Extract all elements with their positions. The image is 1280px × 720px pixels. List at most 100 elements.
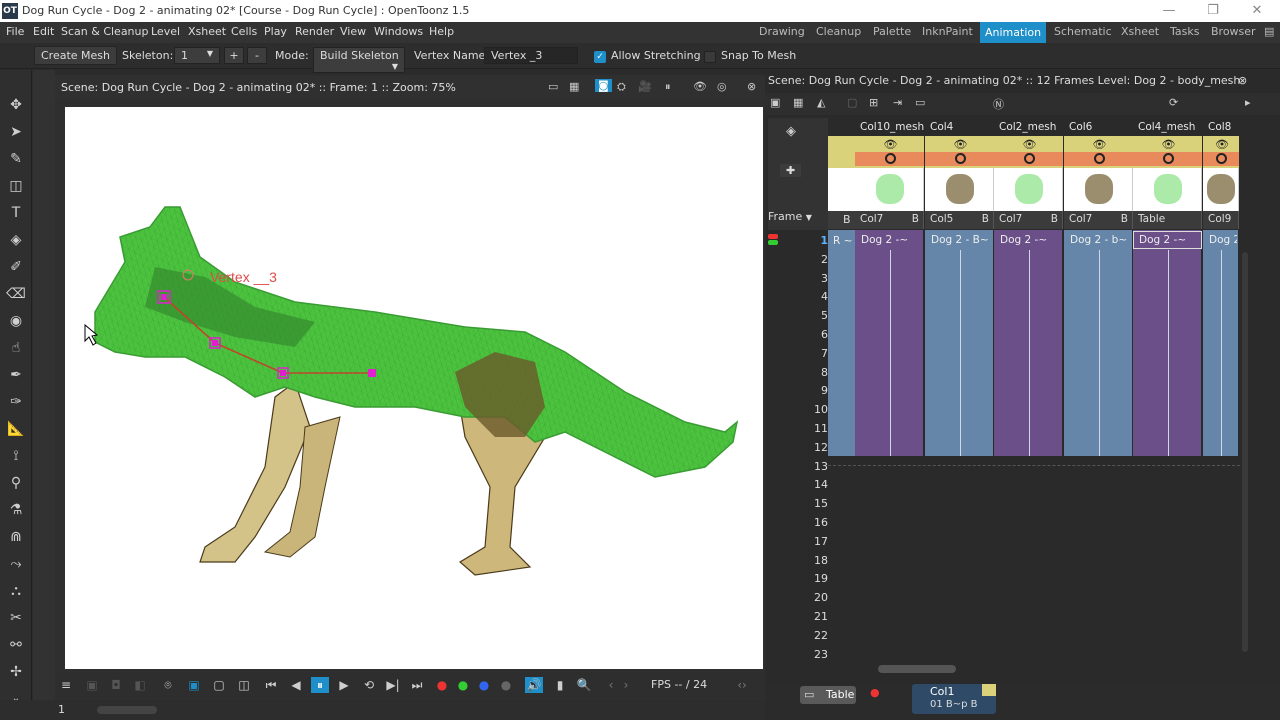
vertex-name-input[interactable]: Vertex _3 bbox=[484, 47, 578, 64]
add-skeleton-button[interactable]: + bbox=[224, 47, 244, 64]
menu-edit[interactable]: Edit bbox=[33, 25, 54, 38]
blue-channel-icon[interactable]: ● bbox=[475, 677, 493, 693]
lock-icon[interactable] bbox=[1093, 153, 1105, 164]
frame-number[interactable]: 7 bbox=[792, 347, 828, 360]
room-animation[interactable]: Animation bbox=[980, 22, 1047, 43]
add-column-icon[interactable]: ✚ bbox=[780, 164, 802, 177]
onion-skin-marker[interactable] bbox=[768, 234, 780, 248]
3d-view-icon[interactable]: ⛭ bbox=[617, 80, 626, 94]
alpha-channel-icon[interactable]: ● bbox=[497, 677, 515, 693]
last-frame-icon[interactable]: ⏭ bbox=[408, 677, 426, 693]
preview-visible-icon[interactable]: 👁 bbox=[884, 138, 898, 151]
lock-icon[interactable] bbox=[884, 153, 896, 164]
frame-number[interactable]: 22 bbox=[792, 629, 828, 642]
remove-skeleton-button[interactable]: - bbox=[247, 47, 267, 64]
room-inknpaint[interactable]: InknPaint bbox=[922, 25, 973, 38]
frame-number[interactable]: 19 bbox=[792, 572, 828, 585]
room-schematic[interactable]: Schematic bbox=[1054, 25, 1112, 38]
column-header[interactable]: 👁 bbox=[925, 136, 994, 168]
frame-number[interactable]: 18 bbox=[792, 554, 828, 567]
new-vector-icon[interactable]: ◭ bbox=[817, 96, 825, 109]
zoom-icon[interactable]: 🔍 bbox=[575, 677, 593, 693]
eraser-tool-icon[interactable]: ⌫ bbox=[6, 284, 26, 304]
column-name[interactable]: Col8 bbox=[1208, 121, 1244, 135]
frame-number[interactable]: 3 bbox=[792, 272, 828, 285]
frame-number[interactable]: 14 bbox=[792, 478, 828, 491]
selection-tool-icon[interactable]: ➤ bbox=[6, 122, 26, 142]
compare-icon[interactable]: ◧ bbox=[131, 677, 149, 693]
column-header[interactable]: 👁 bbox=[855, 136, 924, 168]
preview-visible-icon[interactable]: 👁 bbox=[954, 138, 968, 151]
column-name[interactable]: Col10_mesh bbox=[860, 121, 929, 135]
close-xsheet-icon[interactable]: ⊗ bbox=[1238, 74, 1247, 87]
sound-icon[interactable]: 🔊 bbox=[525, 677, 543, 693]
create-mesh-button[interactable]: Create Mesh bbox=[34, 46, 118, 65]
lock-icon[interactable] bbox=[1162, 153, 1174, 164]
room-tasks[interactable]: Tasks bbox=[1170, 25, 1199, 38]
frame-number[interactable]: 13 bbox=[792, 460, 828, 473]
column-header[interactable]: 👁 bbox=[994, 136, 1063, 168]
freeze-icon[interactable]: ⏸ bbox=[665, 80, 671, 94]
maximize-button[interactable]: ❐ bbox=[1198, 2, 1228, 20]
magnet-tool-icon[interactable]: ⋒ bbox=[6, 527, 26, 547]
red-channel-icon[interactable]: ● bbox=[433, 677, 451, 693]
frame-number[interactable]: 21 bbox=[792, 610, 828, 623]
close-window-button[interactable]: ✕ bbox=[1242, 2, 1272, 20]
menu-render[interactable]: Render bbox=[295, 25, 334, 38]
preview-visible-icon[interactable]: 👁 bbox=[1023, 138, 1037, 151]
column-pegbar[interactable]: Col7 B bbox=[855, 211, 924, 229]
iron-tool-icon[interactable]: ⛬ bbox=[6, 581, 26, 601]
preview-icon[interactable]: 👁 bbox=[693, 80, 707, 93]
preview-toggle-icon[interactable]: ⌾ bbox=[159, 677, 177, 693]
column-name[interactable]: Col4 bbox=[930, 121, 999, 135]
frame-number[interactable]: 11 bbox=[792, 422, 828, 435]
new-raster-icon[interactable]: ▦ bbox=[793, 96, 803, 109]
export-icon[interactable]: ⇥ bbox=[893, 96, 902, 109]
allow-stretching-checkbox[interactable]: ✓ bbox=[594, 51, 606, 63]
geometric-tool-icon[interactable]: ◫ bbox=[6, 176, 26, 196]
preview-visible-icon[interactable]: 👁 bbox=[1215, 138, 1229, 151]
paint-brush-tool-icon[interactable]: ✐ bbox=[6, 257, 26, 277]
menu-scan-cleanup[interactable]: Scan & Cleanup bbox=[61, 25, 148, 38]
frame-number[interactable]: 6 bbox=[792, 328, 828, 341]
bender-tool-icon[interactable]: ⤳ bbox=[6, 554, 26, 574]
white-bg-icon[interactable]: ▢ bbox=[210, 677, 228, 693]
histogram-icon[interactable]: ▮ bbox=[551, 677, 569, 693]
room-drawing[interactable]: Drawing bbox=[759, 25, 805, 38]
column-cells[interactable] bbox=[1203, 230, 1239, 456]
previous-frame-icon[interactable]: ◀ bbox=[287, 677, 305, 693]
type-tool-icon[interactable]: T bbox=[6, 203, 26, 223]
brush-tool-icon[interactable]: ✎ bbox=[6, 149, 26, 169]
frame-number[interactable]: 17 bbox=[792, 535, 828, 548]
control-point-editor-icon[interactable]: ⟟ bbox=[6, 446, 26, 466]
menu-help[interactable]: Help bbox=[429, 25, 454, 38]
camera-stand-icon[interactable]: ◙ bbox=[595, 79, 612, 92]
next-frame-icon[interactable]: ▶| bbox=[384, 677, 402, 693]
column-pegbar[interactable]: Table bbox=[1133, 211, 1202, 229]
skeleton-tool-icon[interactable]: ⚯ bbox=[6, 635, 26, 655]
style-picker-icon[interactable]: ✒ bbox=[6, 365, 26, 385]
reframe-icon[interactable]: ▢ bbox=[847, 96, 857, 109]
menu-windows[interactable]: Windows bbox=[374, 25, 423, 38]
fps-stepper-icon[interactable]: ‹› bbox=[733, 677, 751, 693]
column-header[interactable]: 👁 bbox=[1133, 136, 1202, 168]
xsheet-horizontal-scrollbar[interactable] bbox=[830, 664, 1240, 674]
preview-visible-icon[interactable]: 👁 bbox=[1093, 138, 1107, 151]
fill-tool-icon[interactable]: ◈ bbox=[6, 230, 26, 250]
menu-file[interactable]: File bbox=[6, 25, 24, 38]
menu-xsheet[interactable]: Xsheet bbox=[188, 25, 226, 38]
snapshot-icon[interactable]: ▣ bbox=[83, 677, 101, 693]
menu-level[interactable]: Level bbox=[151, 25, 180, 38]
column-name[interactable]: Col6 bbox=[1069, 121, 1138, 135]
pump-tool-icon[interactable]: ⚗ bbox=[6, 500, 26, 520]
preview-visible-icon[interactable]: 👁 bbox=[1162, 138, 1176, 151]
frame-number[interactable]: 23 bbox=[792, 648, 828, 661]
frame-number[interactable]: 20 bbox=[792, 591, 828, 604]
xsheet-vertical-scrollbar[interactable] bbox=[1240, 238, 1250, 658]
frame-dropdown[interactable]: Frame ▼ bbox=[768, 210, 812, 223]
column-pegbar[interactable]: Col7 B bbox=[1064, 211, 1133, 229]
reverse-icon[interactable]: Ⓝ bbox=[993, 96, 1004, 112]
column-header[interactable]: 👁 bbox=[1064, 136, 1133, 168]
frame-field[interactable]: 1 bbox=[58, 703, 65, 716]
frame-number[interactable]: 2 bbox=[792, 253, 828, 266]
